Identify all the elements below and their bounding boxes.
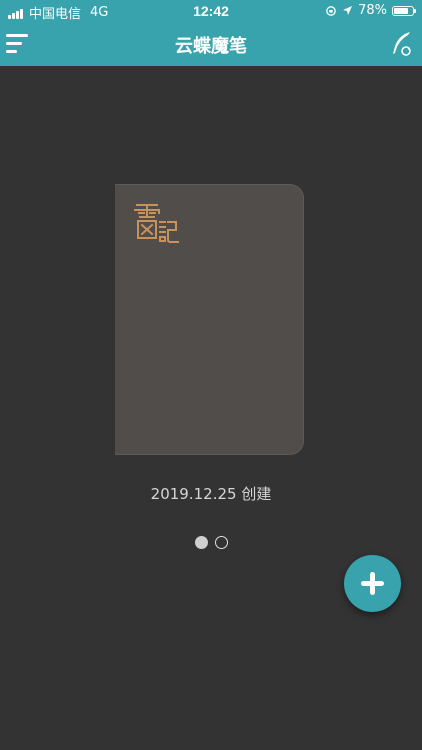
battery-percent: 78% [358, 3, 387, 18]
battery-icon [392, 5, 416, 16]
plus-icon [361, 572, 384, 595]
battery-fill [394, 7, 409, 14]
page-dot[interactable] [194, 536, 208, 549]
page-indicator [0, 536, 422, 549]
location-arrow-icon [343, 6, 353, 15]
status-bar: 中国电信 4G 12:42 78% [0, 0, 422, 22]
orientation-lock-icon [326, 5, 336, 16]
notebook-created-date: 2019.12.25 创建 [150, 485, 272, 503]
notebook-logo-icon [134, 204, 179, 243]
notebook-cover[interactable] [115, 184, 304, 455]
quill-sync-icon[interactable] [389, 30, 413, 58]
page-dot[interactable] [214, 536, 228, 549]
nav-bar: 云蝶魔笔 [0, 22, 422, 66]
app-header: 中国电信 4G 12:42 78% 云蝶魔笔 [0, 0, 422, 66]
status-right: 78% [325, 3, 416, 18]
page-title: 云蝶魔笔 [175, 36, 247, 57]
add-notebook-button[interactable] [344, 555, 401, 612]
